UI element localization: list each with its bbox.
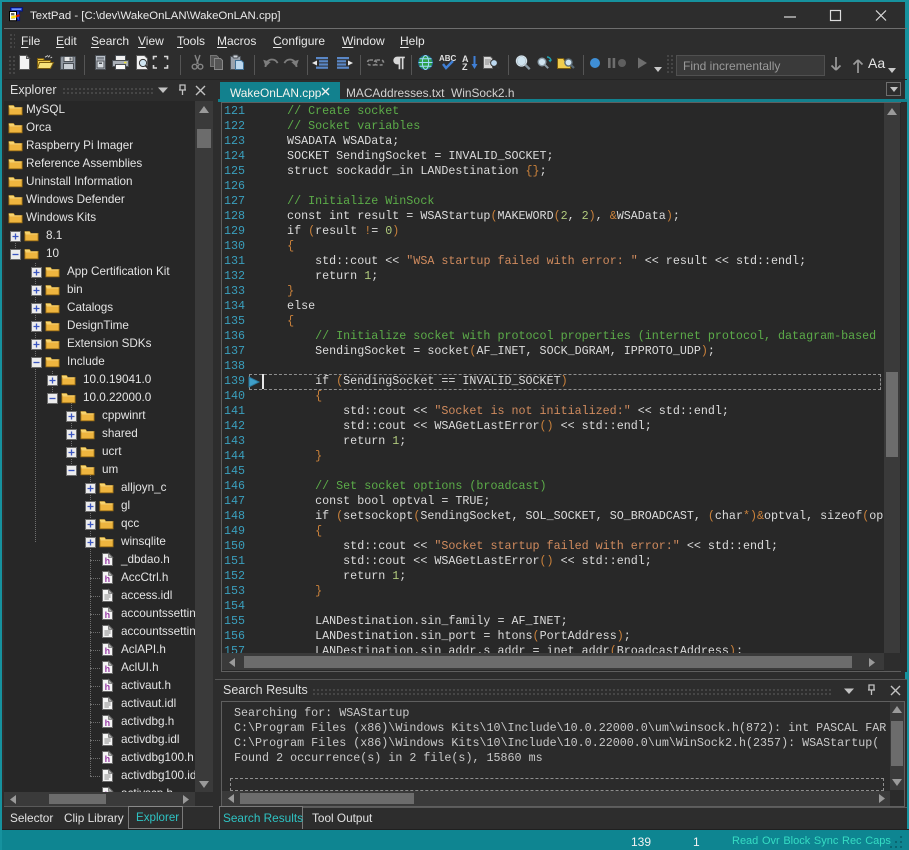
svg-text:h: h: [105, 664, 111, 674]
svg-text:h: h: [105, 718, 111, 728]
svg-text:h: h: [105, 610, 111, 620]
svg-text:h: h: [105, 754, 111, 764]
svg-text:h: h: [105, 682, 111, 692]
svg-text:h: h: [105, 556, 111, 566]
svg-text:h: h: [105, 646, 111, 656]
svg-text:h: h: [105, 574, 111, 584]
svg-text:Z: Z: [462, 62, 468, 71]
svg-text:ABC: ABC: [439, 54, 457, 63]
